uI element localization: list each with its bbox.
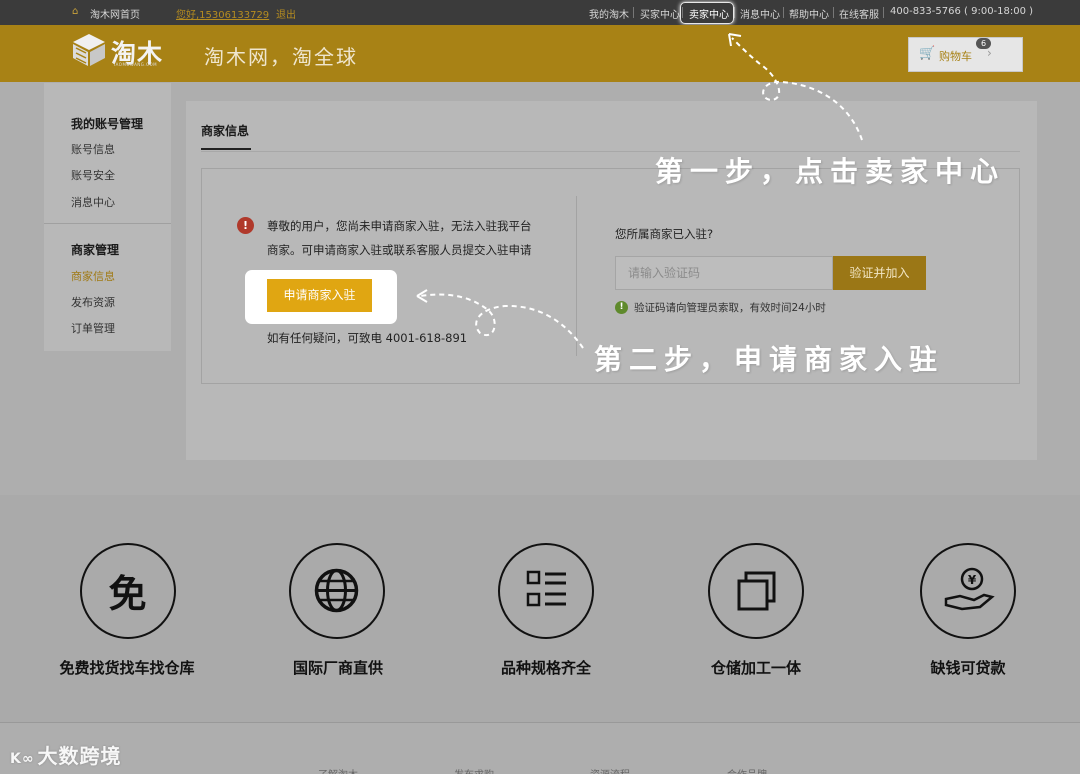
annotation-step-1: 第一步，点击卖家中心 <box>655 155 1006 188</box>
annotation-arrows <box>416 33 863 349</box>
watermark-text: K∞ 大数跨境 <box>10 744 122 768</box>
annotation-step-2: 第二步，申请商家入驻 <box>594 343 945 376</box>
